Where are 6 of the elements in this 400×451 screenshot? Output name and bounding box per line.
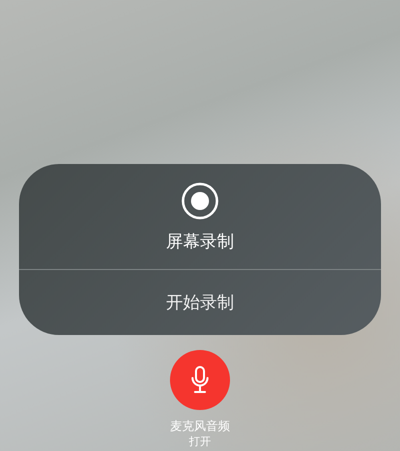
record-icon bbox=[181, 182, 219, 220]
panel-title: 屏幕录制 bbox=[166, 232, 234, 252]
microphone-icon bbox=[191, 366, 209, 394]
microphone-label: 麦克风音频 bbox=[170, 418, 230, 434]
start-recording-button[interactable]: 开始录制 bbox=[19, 270, 381, 335]
microphone-status: 打开 bbox=[189, 434, 211, 449]
